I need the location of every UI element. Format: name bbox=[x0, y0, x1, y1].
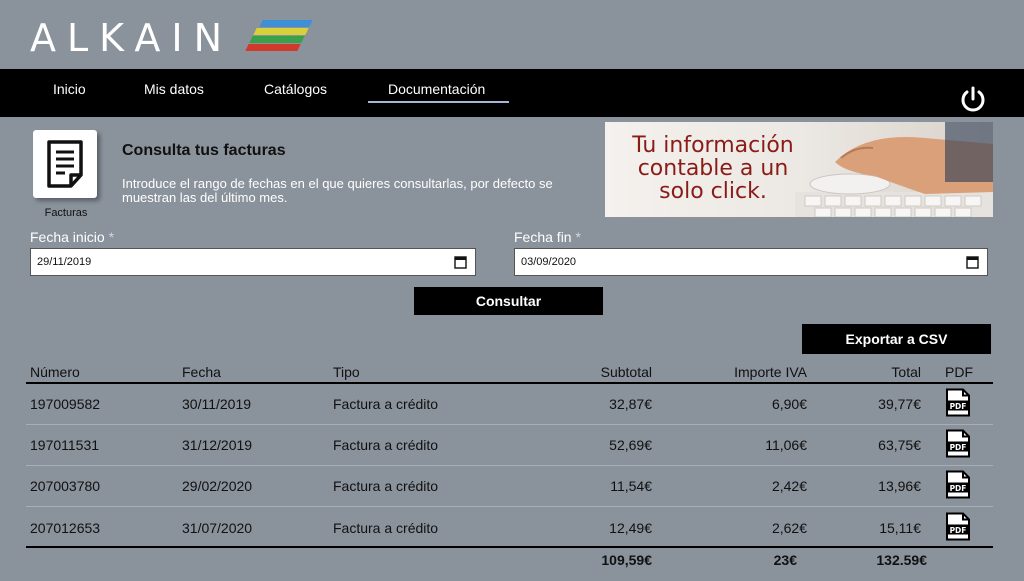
cell-fecha: 31/12/2019 bbox=[182, 437, 253, 453]
promo-banner: Tu información contable a un solo click. bbox=[605, 122, 993, 217]
cell-iva: 6,90€ bbox=[771, 396, 807, 412]
cell-total: 39,77€ bbox=[878, 396, 921, 412]
calendar-icon[interactable] bbox=[454, 255, 467, 269]
cell-subtotal: 12,49€ bbox=[609, 519, 652, 536]
consultar-button[interactable]: Consultar bbox=[414, 287, 603, 315]
nav-active-underline bbox=[368, 101, 509, 103]
cell-numero: 197009582 bbox=[30, 396, 101, 412]
invoices-tile[interactable] bbox=[33, 130, 97, 198]
cell-numero: 197011531 bbox=[30, 437, 100, 453]
brand-logo: ALKAIN bbox=[30, 16, 317, 60]
pdf-download-icon[interactable]: PDF bbox=[945, 388, 971, 420]
header-fecha[interactable]: Fecha bbox=[182, 364, 221, 380]
top-navbar: Inicio Mis datos Catálogos Documentación bbox=[0, 69, 1024, 117]
pdf-download-icon[interactable]: PDF bbox=[945, 470, 971, 502]
header-importe-iva[interactable]: Importe IVA bbox=[734, 364, 807, 380]
cell-numero: 207012653 bbox=[30, 519, 101, 536]
cell-subtotal: 52,69€ bbox=[609, 437, 652, 453]
cell-numero: 207003780 bbox=[30, 478, 101, 494]
section-title: Consulta tus facturas bbox=[122, 142, 286, 159]
table-header: Número Fecha Tipo Subtotal Importe IVA T… bbox=[26, 360, 993, 384]
nav-item-mis-datos[interactable]: Mis datos bbox=[144, 81, 204, 97]
table-row: 197011531 31/12/2019 Factura a crédito 5… bbox=[26, 425, 993, 466]
cell-total: 63,75€ bbox=[878, 437, 921, 453]
section-description: Introduce el rango de fechas en el que q… bbox=[122, 176, 553, 205]
header-numero[interactable]: Número bbox=[30, 364, 80, 380]
cell-subtotal: 11,54€ bbox=[610, 478, 652, 494]
document-icon bbox=[47, 140, 83, 188]
banner-text: Tu información contable a un solo click. bbox=[632, 133, 794, 204]
total-total: 132.59€ bbox=[876, 552, 927, 568]
total-subtotal: 109,59€ bbox=[601, 552, 652, 568]
power-icon[interactable] bbox=[958, 84, 988, 114]
cell-total: 13,96€ bbox=[878, 478, 921, 494]
header-subtotal[interactable]: Subtotal bbox=[601, 364, 652, 380]
svg-text:PDF: PDF bbox=[950, 402, 967, 411]
end-date-label: Fecha fin * bbox=[514, 229, 581, 245]
svg-text:PDF: PDF bbox=[950, 443, 967, 452]
cell-iva: 11,06€ bbox=[765, 437, 807, 453]
start-date-label: Fecha inicio * bbox=[30, 229, 115, 245]
start-date-input[interactable]: 29/11/2019 bbox=[30, 248, 476, 276]
cell-tipo: Factura a crédito bbox=[333, 396, 439, 412]
invoices-tile-label: Facturas bbox=[44, 207, 88, 219]
cell-tipo: Factura a crédito bbox=[333, 478, 439, 494]
calendar-icon[interactable] bbox=[966, 255, 979, 269]
table-row: 207003780 29/02/2020 Factura a crédito 1… bbox=[26, 466, 993, 507]
header-tipo[interactable]: Tipo bbox=[333, 364, 360, 380]
cell-fecha: 29/02/2020 bbox=[182, 478, 253, 494]
cell-fecha: 30/11/2019 bbox=[182, 396, 252, 412]
nav-item-inicio[interactable]: Inicio bbox=[53, 81, 86, 97]
nav-item-catalogos[interactable]: Catálogos bbox=[264, 81, 327, 97]
cell-iva: 2,62€ bbox=[771, 519, 807, 536]
invoices-table: Número Fecha Tipo Subtotal Importe IVA T… bbox=[26, 360, 993, 548]
books-logo-icon bbox=[245, 18, 317, 58]
header-total[interactable]: Total bbox=[891, 364, 921, 380]
cell-tipo: Factura a crédito bbox=[333, 519, 439, 536]
cell-tipo: Factura a crédito bbox=[333, 437, 439, 453]
nav-item-documentacion[interactable]: Documentación bbox=[388, 81, 485, 97]
svg-text:PDF: PDF bbox=[950, 484, 967, 493]
pdf-download-icon[interactable]: PDF bbox=[945, 429, 971, 461]
svg-text:PDF: PDF bbox=[950, 526, 967, 535]
end-date-input[interactable]: 03/09/2020 bbox=[514, 248, 988, 276]
cell-total: 15,11€ bbox=[879, 519, 921, 536]
pdf-download-icon[interactable]: PDF bbox=[945, 512, 971, 543]
brand-name: ALKAIN bbox=[30, 16, 234, 60]
export-csv-button[interactable]: Exportar a CSV bbox=[802, 324, 991, 354]
cell-iva: 2,42€ bbox=[771, 478, 807, 494]
cell-subtotal: 32,87€ bbox=[609, 396, 652, 412]
cell-fecha: 31/07/2020 bbox=[182, 519, 253, 536]
table-row: 197009582 30/11/2019 Factura a crédito 3… bbox=[26, 384, 993, 425]
header-pdf: PDF bbox=[945, 364, 973, 380]
table-totals-row: 109,59€ 23€ 132.59€ bbox=[26, 546, 993, 570]
total-iva: 23€ bbox=[773, 552, 797, 568]
table-row: 207012653 31/07/2020 Factura a crédito 1… bbox=[26, 507, 993, 548]
